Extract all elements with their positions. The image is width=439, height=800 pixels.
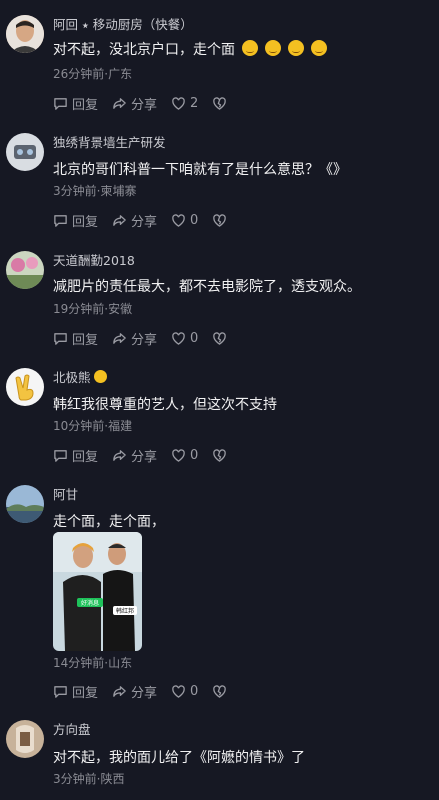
comment-photo[interactable]: 好消息 韩红邦 (53, 532, 142, 651)
comment-meta: 26分钟前·广东 (53, 67, 133, 81)
comment-text: 对不起，没北京户口，走个面 (53, 39, 327, 59)
reply-button[interactable]: 回复 (53, 682, 98, 701)
heart-icon (172, 448, 185, 462)
comment-actions: 回复 分享 0 (53, 329, 241, 348)
reply-label: 回复 (72, 214, 99, 230)
comment-meta: 3分钟前·陕西 (53, 772, 125, 786)
like-count: 0 (190, 683, 199, 699)
broken-heart-icon (213, 331, 227, 345)
share-label: 分享 (131, 97, 158, 113)
reply-icon (54, 332, 67, 345)
comment-actions: 回复 分享 0 (53, 682, 241, 701)
reply-label: 回复 (72, 332, 99, 348)
username[interactable]: 阿回 ⭑ 移动厨房（快餐） (53, 14, 193, 33)
dislike-button[interactable] (212, 213, 227, 228)
reply-icon (54, 449, 67, 462)
dislike-button[interactable] (212, 448, 227, 463)
reply-button[interactable]: 回复 (53, 329, 98, 348)
share-icon (113, 332, 126, 344)
comment-meta: 19分钟前·安徽 (53, 302, 133, 316)
share-label: 分享 (131, 332, 158, 348)
heart-icon (172, 96, 185, 110)
share-label: 分享 (131, 449, 158, 465)
like-button[interactable]: 0 (171, 684, 198, 699)
reply-button[interactable]: 回复 (53, 446, 98, 465)
username[interactable]: 独绣背景墙生产研发 (53, 132, 166, 151)
emoji-icon (242, 40, 258, 56)
avatar[interactable] (6, 368, 44, 406)
reply-label: 回复 (72, 449, 99, 465)
comment-text: 北京的哥们科普一下咱就有了是什么意思？《》 (53, 162, 347, 178)
dislike-button[interactable] (212, 684, 227, 699)
heart-icon (172, 213, 185, 227)
smiley-icon (93, 370, 107, 383)
username[interactable]: 方向盘 (53, 719, 91, 738)
reply-label: 回复 (72, 97, 99, 113)
comment-meta: 14分钟前·山东 (53, 656, 133, 670)
username[interactable]: 阿甘 (53, 484, 78, 503)
share-icon (113, 449, 126, 461)
avatar[interactable] (6, 485, 44, 523)
like-count: 0 (190, 212, 199, 228)
photo-badge-left: 好消息 (81, 599, 99, 607)
comment-actions: 回复 分享 2 (53, 94, 241, 113)
username[interactable]: 天道酬勤2018 (53, 250, 135, 269)
like-button[interactable]: 0 (171, 331, 198, 346)
avatar[interactable] (6, 133, 44, 171)
share-icon (113, 685, 126, 697)
comment-meta: 3分钟前·柬埔寨 (53, 184, 137, 198)
broken-heart-icon (213, 96, 227, 110)
username-text: 北极熊 (53, 370, 91, 385)
share-button[interactable]: 分享 (112, 211, 157, 230)
reply-label: 回复 (72, 685, 99, 701)
like-count: 2 (190, 95, 199, 111)
reply-icon (54, 214, 67, 227)
avatar[interactable] (6, 15, 44, 53)
share-button[interactable]: 分享 (112, 446, 157, 465)
emoji-icon (265, 40, 281, 56)
comment-text: 走个面，走个面， (53, 514, 165, 530)
like-count: 0 (190, 447, 199, 463)
username[interactable]: 北极熊 (53, 367, 107, 386)
reply-button[interactable]: 回复 (53, 94, 98, 113)
share-button[interactable]: 分享 (112, 329, 157, 348)
comment-meta: 10分钟前·福建 (53, 419, 133, 433)
broken-heart-icon (213, 684, 227, 698)
comment-text: 对不起，我的面儿给了《阿嬷的情书》了 (53, 750, 305, 766)
share-icon (113, 97, 126, 109)
broken-heart-icon (213, 213, 227, 227)
reply-button[interactable]: 回复 (53, 211, 98, 230)
heart-icon (172, 684, 185, 698)
reply-icon (54, 97, 67, 110)
photo-badge-right: 韩红邦 (116, 607, 134, 615)
share-icon (113, 214, 126, 226)
broken-heart-icon (213, 448, 227, 462)
comment-text-content: 对不起，没北京户口，走个面 (53, 42, 235, 58)
dislike-button[interactable] (212, 331, 227, 346)
comment-actions: 回复 分享 0 (53, 446, 241, 465)
emoji-icon (311, 40, 327, 56)
emoji-icon (288, 40, 304, 56)
comment-text: 韩红我很尊重的艺人，但这次不支持 (53, 397, 277, 413)
heart-icon (172, 331, 185, 345)
share-label: 分享 (131, 214, 158, 230)
like-button[interactable]: 2 (171, 96, 198, 111)
like-count: 0 (190, 330, 199, 346)
comment-actions: 回复 分享 0 (53, 211, 241, 230)
share-button[interactable]: 分享 (112, 682, 157, 701)
comment-text: 减肥片的责任最大，都不去电影院了，透支观众。 (53, 279, 361, 295)
share-button[interactable]: 分享 (112, 94, 157, 113)
reply-icon (54, 685, 67, 698)
like-button[interactable]: 0 (171, 213, 198, 228)
like-button[interactable]: 0 (171, 448, 198, 463)
avatar[interactable] (6, 251, 44, 289)
avatar[interactable] (6, 720, 44, 758)
share-label: 分享 (131, 685, 158, 701)
dislike-button[interactable] (212, 96, 227, 111)
